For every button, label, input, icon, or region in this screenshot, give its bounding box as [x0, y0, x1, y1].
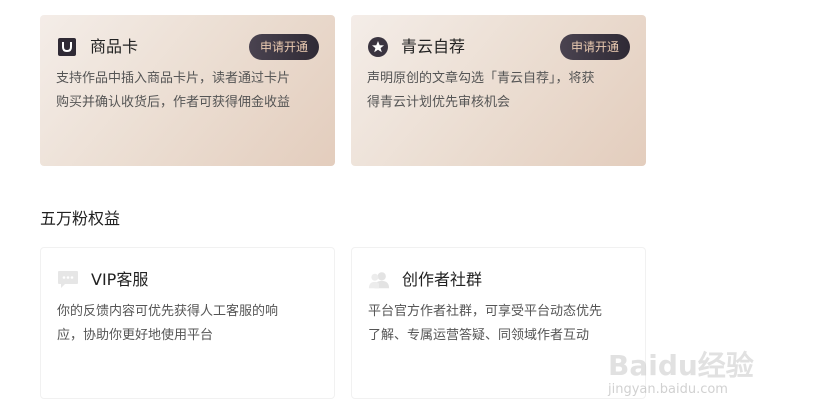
- description-line: 了解、专属运营答疑、同领域作者互动: [368, 328, 590, 343]
- apply-button[interactable]: 申请开通: [248, 34, 319, 60]
- description-line: 应，协助你更好地使用平台: [57, 328, 214, 343]
- card-header: 青云自荐: [367, 35, 465, 59]
- creator-community-card: 创作者社群 平台官方作者社群，可享受平台动态优先 了解、专属运营答疑、同领域作者…: [351, 247, 646, 399]
- qingyun-card-benefit: 青云自荐 申请开通 声明原创的文章勾选「青云自荐」，将获 得青云计划优先审核机会: [351, 15, 646, 166]
- rights-page: 商品卡 申请开通 支持作品中插入商品卡片，读者通过卡片 购买并确认收货后，作者可…: [0, 0, 828, 418]
- card-title: 青云自荐: [401, 37, 466, 56]
- card-description: 声明原创的文章勾选「青云自荐」，将获 得青云计划优先审核机会: [367, 67, 633, 115]
- chat-bubble-icon: [57, 269, 79, 291]
- vip-service-card: VIP客服 你的反馈内容可优先获得人工客服的响 应，协助你更好地使用平台: [40, 247, 335, 399]
- card-header: 商品卡: [56, 35, 138, 59]
- star-badge-icon: [367, 36, 389, 58]
- card-title: 创作者社群: [402, 270, 483, 289]
- description-line: 平台官方作者社群，可享受平台动态优先: [368, 304, 603, 319]
- shopping-bag-icon: [56, 36, 78, 58]
- section-title: 五万粉权益: [40, 209, 121, 228]
- description-line: 支持作品中插入商品卡片，读者通过卡片: [56, 71, 291, 86]
- card-header: VIP客服: [57, 268, 148, 292]
- card-header: 创作者社群: [368, 268, 482, 292]
- card-title: VIP客服: [91, 270, 149, 289]
- card-description: 你的反馈内容可优先获得人工客服的响 应，协助你更好地使用平台: [57, 300, 323, 348]
- description-line: 得青云计划优先审核机会: [367, 95, 511, 110]
- card-description: 支持作品中插入商品卡片，读者通过卡片 购买并确认收货后，作者可获得佣金收益: [56, 67, 322, 115]
- card-title: 商品卡: [90, 37, 139, 56]
- description-line: 声明原创的文章勾选「青云自荐」，将获: [367, 71, 595, 86]
- users-icon: [368, 269, 390, 291]
- description-line: 购买并确认收货后，作者可获得佣金收益: [56, 95, 291, 110]
- card-description: 平台官方作者社群，可享受平台动态优先 了解、专属运营答疑、同领域作者互动: [368, 300, 634, 348]
- product-card-benefit: 商品卡 申请开通 支持作品中插入商品卡片，读者通过卡片 购买并确认收货后，作者可…: [40, 15, 335, 166]
- apply-button[interactable]: 申请开通: [559, 34, 630, 60]
- description-line: 你的反馈内容可优先获得人工客服的响: [57, 304, 279, 319]
